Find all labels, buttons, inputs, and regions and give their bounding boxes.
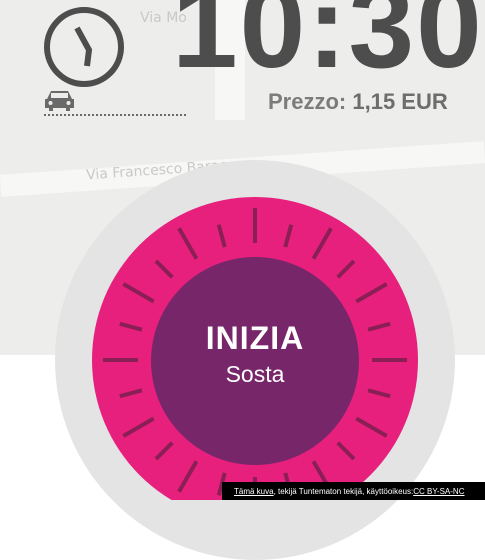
credit-text: , tekijä Tuntematon tekijä, käyttöoikeus… bbox=[273, 486, 414, 496]
credit-image-link[interactable]: Tämä kuva bbox=[234, 487, 274, 496]
start-button-sublabel: Sosta bbox=[225, 361, 285, 387]
start-parking-button[interactable]: INIZIA Sosta bbox=[151, 257, 359, 465]
credit-bar: Tämä kuva , tekijä Tuntematon tekijä, kä… bbox=[222, 482, 485, 500]
credit-license-link[interactable]: CC BY-SA-NC bbox=[413, 487, 464, 496]
start-button-label: INIZIA bbox=[205, 320, 305, 356]
